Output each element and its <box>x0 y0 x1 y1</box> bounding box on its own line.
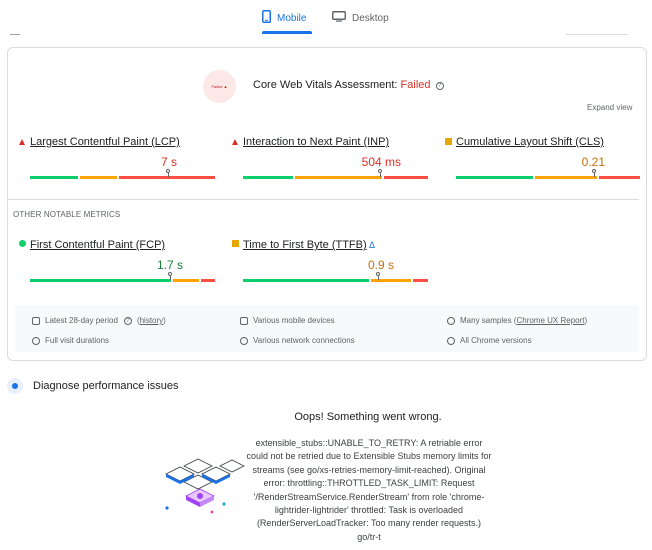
tab-mobile[interactable]: Mobile <box>262 4 312 32</box>
info-connections-text: Various network connections <box>253 336 355 345</box>
error-title: Oops! Something went wrong. <box>294 411 442 423</box>
diagnose-title: Diagnose performance issues <box>33 380 179 392</box>
metric-inp-name[interactable]: Interaction to Next Paint (INP) <box>243 136 389 148</box>
metric-cls-distribution <box>456 176 640 179</box>
metric-inp-distribution <box>243 176 428 179</box>
info-samples-prefix: Many samples ( <box>460 316 517 325</box>
info-devices-text: Various mobile devices <box>253 316 335 325</box>
help-icon[interactable]: ? <box>123 316 132 325</box>
info-samples: Many samples (Chrome UX Report) <box>447 316 587 325</box>
info-period-text: Latest 28-day period <box>45 316 118 325</box>
experimental-icon: Δ <box>369 240 376 250</box>
calendar-icon <box>32 316 40 325</box>
info-connections: Various network connections <box>240 336 355 345</box>
tab-mobile-label: Mobile <box>277 12 307 24</box>
tab-desktop[interactable]: Desktop <box>332 4 402 32</box>
poor-triangle-icon <box>19 139 25 145</box>
error-illustration <box>160 452 246 522</box>
info-versions: All Chrome versions <box>447 336 532 345</box>
metric-fcp-distribution <box>30 279 215 282</box>
divider-right <box>566 34 628 35</box>
poor-triangle-icon <box>232 139 238 145</box>
devices-icon <box>240 316 248 325</box>
chrome-ux-report-link[interactable]: Chrome UX Report <box>516 316 584 325</box>
active-tab-indicator <box>262 31 312 34</box>
diagnose-icon <box>7 378 23 394</box>
other-metrics-label: OTHER NOTABLE METRICS <box>13 210 121 219</box>
good-dot-icon <box>19 240 26 247</box>
metric-cls-value: 0.21 <box>581 155 605 169</box>
error-message: extensible_stubs::UNABLE_TO_RETRY: A ret… <box>246 438 492 542</box>
info-versions-text: All Chrome versions <box>460 336 532 345</box>
help-icon[interactable]: ? <box>435 82 444 90</box>
assessment-title: Core Web Vitals Assessment: Failed? <box>253 79 444 91</box>
metric-lcp-name[interactable]: Largest Contentful Paint (LCP) <box>30 136 180 148</box>
chrome-icon <box>447 336 455 345</box>
divider-left <box>10 34 20 35</box>
info-devices: Various mobile devices <box>240 316 335 325</box>
history-link[interactable]: history <box>140 316 164 325</box>
metric-inp-marker <box>378 169 382 177</box>
metric-lcp-marker <box>166 169 170 177</box>
samples-icon <box>447 316 455 325</box>
metric-fcp-name[interactable]: First Contentful Paint (FCP) <box>30 239 165 251</box>
assessment-badge: Failed ▲ <box>203 70 236 103</box>
info-durations-text: Full visit durations <box>45 336 110 345</box>
badge-text: Failed ▲ <box>211 84 228 89</box>
metric-fcp-marker <box>168 272 172 280</box>
info-period: Latest 28-day period ? (history) <box>32 316 166 325</box>
wifi-icon <box>240 336 248 345</box>
metric-lcp-distribution <box>30 176 215 179</box>
device-tabs: Mobile Desktop <box>0 0 652 36</box>
metric-ttfb-value: 0.9 s <box>367 258 394 272</box>
average-square-icon <box>445 138 452 145</box>
metric-fcp-value: 1.7 s <box>156 258 183 272</box>
info-samples-suffix: ) <box>584 316 588 325</box>
metric-cls-marker <box>592 169 596 177</box>
metric-lcp-value: 7 s <box>160 155 177 169</box>
tab-desktop-label: Desktop <box>352 12 389 24</box>
info-durations: Full visit durations <box>32 336 109 345</box>
monitor-icon <box>332 11 346 25</box>
phone-icon <box>262 10 271 26</box>
assessment-status: Failed <box>400 79 431 91</box>
expand-view-link[interactable]: Expand view <box>587 103 632 112</box>
metric-cls-name[interactable]: Cumulative Layout Shift (CLS) <box>456 136 604 148</box>
assessment-prefix: Core Web Vitals Assessment: <box>253 79 401 91</box>
section-divider <box>8 199 639 200</box>
metric-inp-value: 504 ms <box>361 155 401 169</box>
metric-ttfb-name[interactable]: Time to First Byte (TTFB) <box>243 239 367 251</box>
metric-ttfb-marker <box>376 272 380 280</box>
timer-icon <box>32 336 40 345</box>
metric-ttfb-distribution <box>243 279 428 282</box>
average-square-icon <box>232 240 239 247</box>
